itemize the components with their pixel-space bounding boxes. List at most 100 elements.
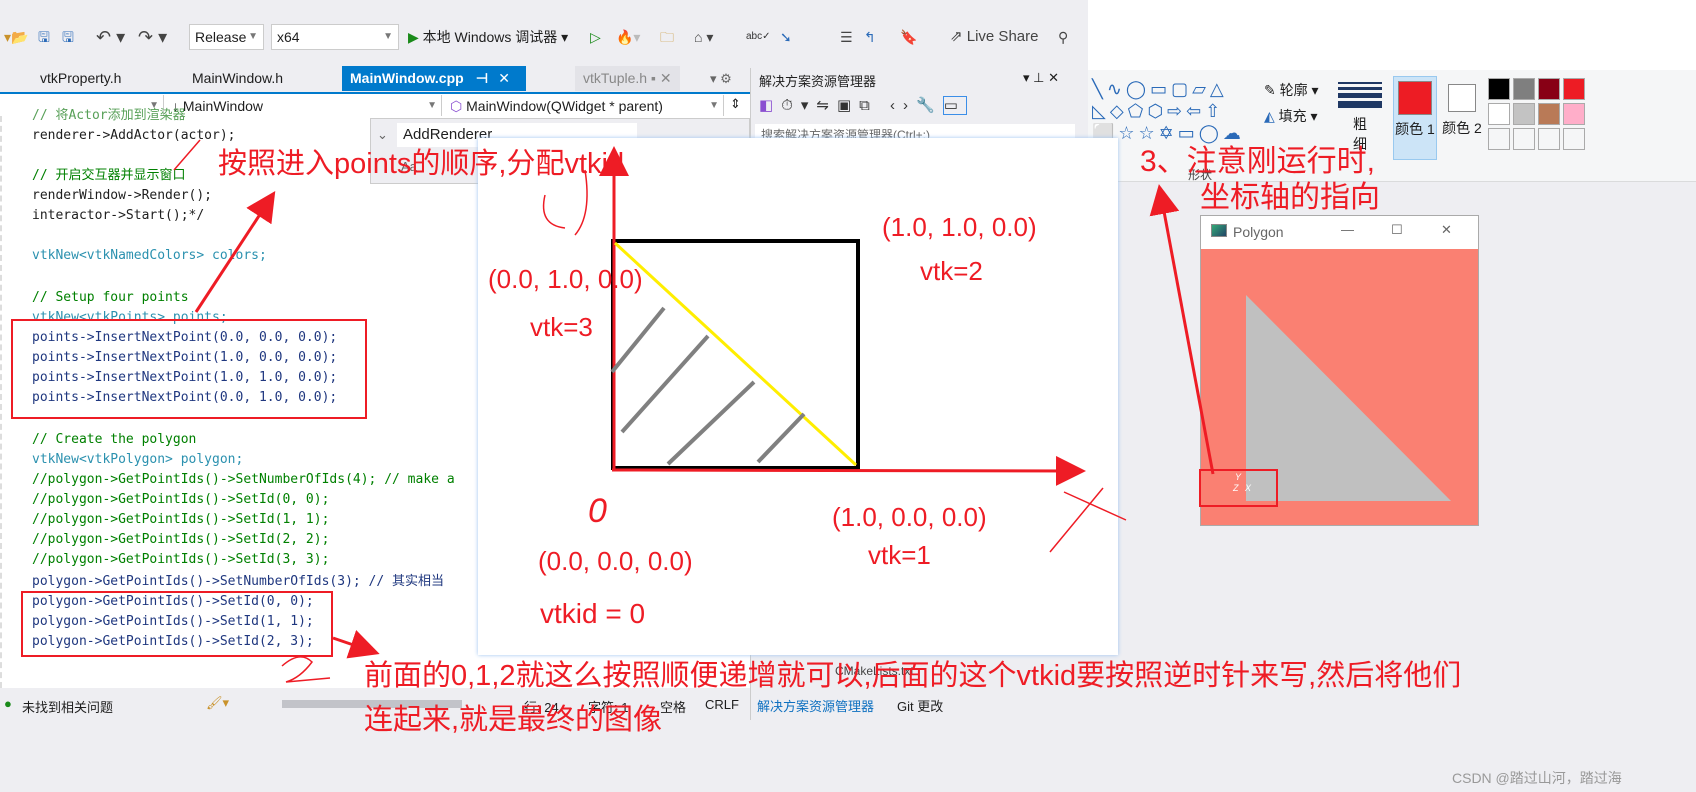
code-line: vtkNew<vtkNamedColors> colors;	[32, 248, 267, 263]
label-vtk-1: vtk=1	[868, 540, 931, 570]
start-debug-button[interactable]: ▶ 本地 Windows 调试器 ▾	[408, 26, 568, 48]
label-point-3: (0.0, 1.0, 0.0)	[488, 264, 643, 294]
solution-toolbar: ◧⏱▾⇋▣⧉ ‹›🔧▭	[759, 96, 967, 115]
save-all-icon[interactable]: 🖫	[62, 26, 74, 48]
outline-label: 轮廓	[1279, 82, 1308, 98]
code-line: //polygon->GetPointIds()->SetId(3, 3);	[32, 552, 330, 567]
code-line: // 开启交互器并显示窗口	[32, 168, 186, 183]
code-line: interactor->Start();*/	[32, 208, 205, 223]
color2-swatch	[1448, 84, 1476, 112]
code-line: //polygon->GetPointIds()->SetId(1, 1);	[32, 512, 330, 527]
palette-black[interactable]	[1488, 78, 1510, 100]
palette-empty[interactable]	[1488, 128, 1510, 150]
outline-button[interactable]: ✎ 轮廓 ▾	[1264, 80, 1319, 100]
polygon-window: Polygon — ☐ ✕ Y Z X	[1200, 215, 1479, 526]
code-line: //polygon->GetPointIds()->SetId(2, 2);	[32, 532, 330, 547]
live-share-label: Live Share	[966, 28, 1039, 45]
find-in-files-icon[interactable]: 🗀	[660, 26, 674, 48]
palette-brown[interactable]	[1538, 103, 1560, 125]
code-line: polygon->GetPointIds()->SetNumberOfIds(3…	[32, 574, 445, 589]
method-icon: ⬡	[450, 98, 463, 114]
redo-icon[interactable]: ↷ ▾	[138, 26, 167, 48]
palette-empty[interactable]	[1513, 128, 1535, 150]
home-icon[interactable]: ⌂ ▾	[694, 26, 713, 48]
app-icon	[1211, 224, 1227, 237]
pin-icon[interactable]: ⊣	[476, 70, 489, 86]
palette-darkred[interactable]	[1538, 78, 1560, 100]
code-line: vtkNew<vtkPoints> points;	[32, 310, 228, 325]
palette-gray[interactable]	[1513, 78, 1535, 100]
pin-icon[interactable]: ▪	[651, 70, 656, 86]
annotation-2-line1: 前面的0,1,2就这么按照顺便递增就可以,后面的这个vtkid要按照逆时针来写,…	[364, 660, 1462, 692]
member-select[interactable]: ⬡ MainWindow(QWidget * parent) ▼	[446, 95, 724, 117]
fill-button[interactable]: ◭ 填充 ▾	[1264, 106, 1318, 126]
eol-indicator[interactable]: CRLF	[705, 697, 739, 712]
feedback-icon[interactable]: ⚲	[1058, 26, 1068, 48]
tab-overflow-icon[interactable]: ▾ ⚙	[710, 71, 732, 87]
label-vtk-3: vtk=3	[530, 312, 593, 342]
tab-vtktuple-h[interactable]: vtkTuple.h ▪ ✕	[575, 66, 680, 91]
code-line: points->InsertNextPoint(0.0, 1.0, 0.0);	[32, 390, 338, 405]
start-without-debug-icon[interactable]: ▷	[590, 26, 601, 48]
configuration-select[interactable]: Release ▼	[189, 24, 264, 50]
code-line: // 将Actor添加到渲染器	[32, 108, 186, 123]
paint-canvas-top	[1088, 0, 1696, 70]
vs-toolbar: ▾📂 🖫 🖫 ↶ ▾ ↷ ▾ Release ▼ x64 ▼ ▶ 本地 Window…	[0, 18, 1088, 56]
close-tab-icon[interactable]: ✕	[498, 70, 510, 86]
cleanup-icon[interactable]: 🖌▾	[206, 695, 229, 711]
undo-icon[interactable]: ↶ ▾	[96, 26, 125, 48]
color2-button[interactable]: 颜色 2	[1440, 76, 1484, 160]
window-titlebar: Polygon — ☐ ✕	[1201, 216, 1478, 249]
tab-solution-explorer[interactable]: 解决方案资源管理器	[757, 696, 874, 715]
tab-vtkproperty-h[interactable]: vtkProperty.h	[32, 66, 129, 91]
close-button[interactable]: ✕	[1441, 222, 1452, 238]
hot-reload-icon[interactable]: 🔥▾	[616, 26, 640, 48]
palette-lightgray[interactable]	[1513, 103, 1535, 125]
class-select[interactable]: ↓ MainWindow ▼	[168, 95, 442, 117]
platform-select[interactable]: x64 ▼	[271, 24, 399, 50]
bookmark-icon[interactable]: 🔖	[900, 26, 917, 48]
code-line: renderWindow->Render();	[32, 188, 213, 203]
palette-pink[interactable]	[1563, 103, 1585, 125]
palette-empty[interactable]	[1538, 128, 1560, 150]
pencil-icon: ✎	[1264, 82, 1276, 98]
code-line: polygon->GetPointIds()->SetId(0, 0);	[32, 594, 314, 609]
spellcheck-icon[interactable]: abc✓	[746, 26, 771, 48]
palette-white[interactable]	[1488, 103, 1510, 125]
render-view[interactable]: Y Z X	[1201, 249, 1478, 525]
split-icon[interactable]: ⇕	[730, 96, 741, 112]
pointer-icon[interactable]: ➘	[780, 26, 792, 48]
play-icon: ▶	[408, 29, 419, 45]
annotation-vtkid-order: 按照进入points的顺序,分配vtkid	[218, 148, 625, 180]
triangle-shape	[1246, 295, 1451, 501]
tab-git-changes[interactable]: Git 更改	[897, 696, 943, 715]
palette-empty[interactable]	[1563, 128, 1585, 150]
whitespace-indicator[interactable]: 空格	[660, 697, 686, 716]
save-icon[interactable]: 🖫	[38, 26, 50, 48]
unindent-icon[interactable]: ↰	[864, 26, 876, 48]
solution-explorer-title: 解决方案资源管理器	[759, 74, 877, 89]
share-icon: ⇗	[950, 28, 963, 45]
document-tabs: vtkProperty.h MainWindow.h MainWindow.cp…	[0, 66, 750, 91]
code-line: points->InsertNextPoint(1.0, 1.0, 0.0);	[32, 370, 338, 385]
label-point-2: (1.0, 1.0, 0.0)	[882, 212, 1037, 242]
indent-icon[interactable]: ☰	[840, 26, 853, 48]
live-share-button[interactable]: ⇗ Live Share	[950, 26, 1038, 48]
panel-menu-icon[interactable]: ▾ ⊥ ✕	[1023, 70, 1059, 86]
palette-red[interactable]	[1563, 78, 1585, 100]
issues-status[interactable]: 未找到相关问题	[22, 697, 113, 716]
tab-mainwindow-h[interactable]: MainWindow.h	[184, 66, 291, 91]
code-line: vtkNew<vtkPolygon> polygon;	[32, 452, 244, 467]
close-tab-icon[interactable]: ✕	[660, 70, 672, 86]
minimize-button[interactable]: —	[1341, 222, 1354, 237]
maximize-button[interactable]: ☐	[1391, 222, 1403, 238]
label-vtk-2: vtk=2	[920, 256, 983, 286]
tab-mainwindow-cpp[interactable]: MainWindow.cpp ⊣ ✕	[342, 66, 526, 91]
code-line: polygon->GetPointIds()->SetId(1, 1);	[32, 614, 314, 629]
color1-button[interactable]: 颜色 1	[1393, 76, 1437, 160]
axis-x-label: X	[1245, 483, 1252, 493]
open-icon[interactable]: ▾📂	[4, 26, 28, 48]
window-title: Polygon	[1233, 224, 1284, 240]
color2-label: 颜色 2	[1442, 120, 1482, 136]
annotation-3-line2: 坐标轴的指向	[1200, 181, 1380, 214]
